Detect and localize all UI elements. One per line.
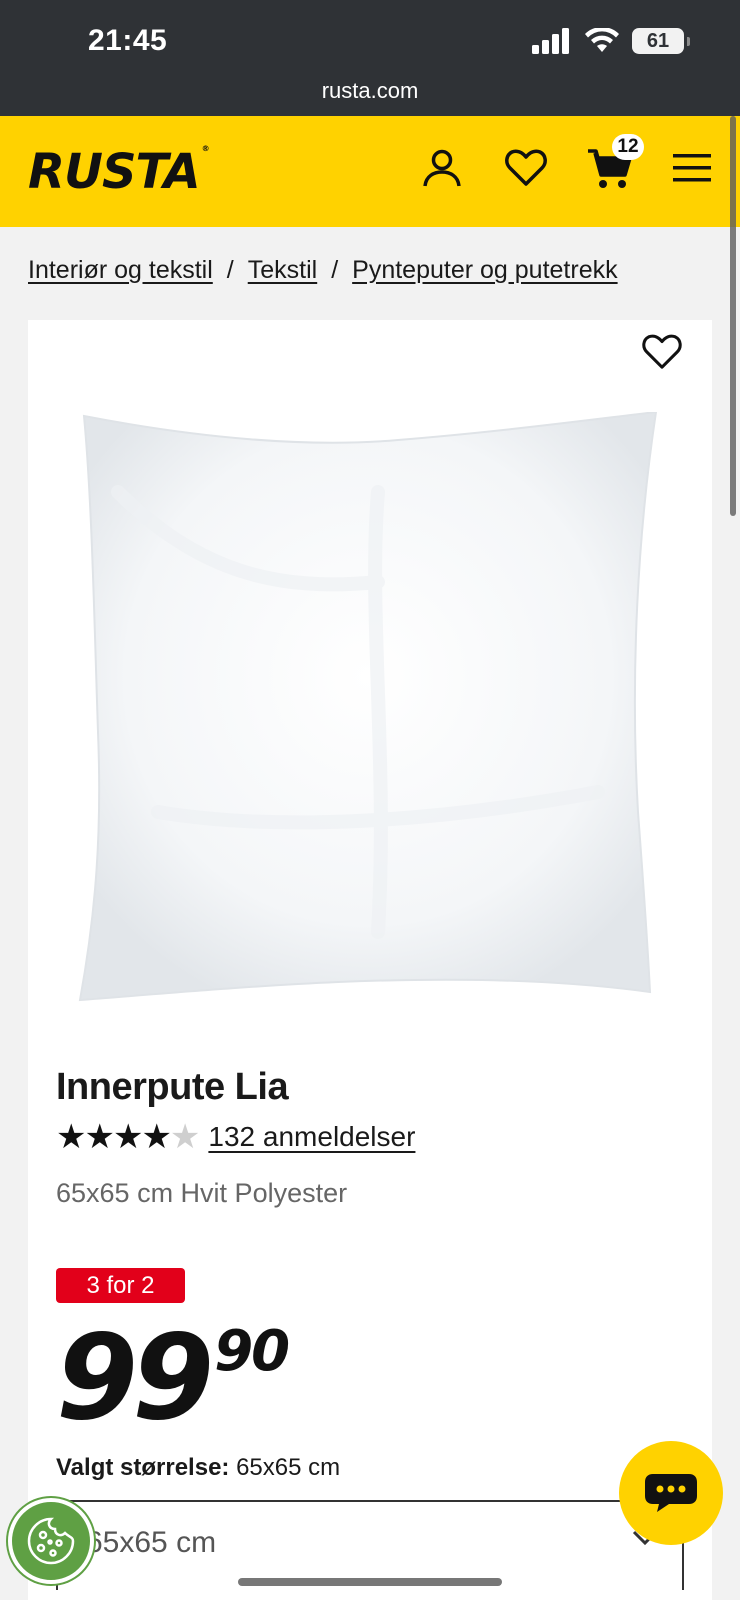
status-time: 21:45 — [88, 24, 168, 57]
cookie-settings-button[interactable] — [8, 1498, 94, 1584]
reviews-link[interactable]: 132 anmeldelser — [208, 1121, 415, 1153]
wishlist-heart-icon — [642, 334, 682, 369]
size-select-value: 65x65 cm — [86, 1526, 217, 1559]
product-price: 99 90 — [56, 1318, 290, 1436]
product-rating: ★★★★★ 132 anmeldelser — [56, 1120, 415, 1154]
wishlist-button[interactable] — [502, 144, 550, 192]
breadcrumb-separator: / — [331, 256, 339, 284]
rating-stars-full: ★★★★ — [56, 1118, 172, 1156]
size-select[interactable]: 65x65 cm — [56, 1500, 684, 1590]
menu-button[interactable] — [668, 144, 716, 192]
signal-icon — [532, 28, 569, 54]
price-integer: 99 — [56, 1308, 214, 1446]
product-title: Innerpute Lia — [56, 1066, 289, 1108]
product-description: 65x65 cm Hvit Polyester — [56, 1178, 348, 1208]
cookie-icon — [27, 1517, 75, 1565]
page-scrollbar[interactable] — [730, 116, 736, 516]
cart-button[interactable]: 12 — [586, 134, 644, 192]
site-header: RUSTA ® 12 — [0, 116, 740, 227]
rating-star-partial: ★ — [169, 1118, 201, 1156]
add-to-wishlist-button[interactable] — [642, 334, 686, 378]
product-image[interactable] — [78, 412, 678, 1012]
menu-icon — [673, 154, 711, 182]
rating-stars: ★★★★★ — [56, 1118, 201, 1156]
account-icon — [423, 149, 461, 187]
url-bar[interactable]: rusta.com — [0, 78, 740, 104]
breadcrumb: Interiør og tekstil / Tekstil / Pynteput… — [28, 256, 618, 285]
selected-size-label: Valgt størrelse: — [56, 1454, 230, 1481]
heart-icon — [505, 149, 547, 186]
product-card: Innerpute Lia ★★★★★ 132 anmeldelser 65x6… — [28, 320, 712, 1600]
cart-count-badge: 12 — [612, 134, 644, 160]
home-indicator[interactable] — [238, 1578, 502, 1586]
breadcrumb-separator: / — [226, 256, 234, 284]
breadcrumb-cushions[interactable]: Pynteputer og putetrekk — [352, 256, 617, 285]
status-icons: 61 — [532, 28, 690, 54]
logo-text: RUSTA — [28, 144, 201, 200]
selected-size-value: 65x65 cm — [236, 1454, 341, 1481]
selected-size: Valgt størrelse: 65x65 cm — [56, 1454, 340, 1482]
price-decimals: 90 — [214, 1319, 290, 1384]
account-button[interactable] — [418, 144, 466, 192]
chat-icon — [645, 1474, 697, 1512]
chat-button[interactable] — [619, 1441, 723, 1545]
battery-icon: 61 — [632, 28, 690, 54]
promo-badge: 3 for 2 — [56, 1268, 185, 1303]
wifi-icon — [585, 28, 619, 52]
breadcrumb-textile[interactable]: Tekstil — [248, 256, 317, 285]
rusta-logo[interactable]: RUSTA ® — [28, 144, 210, 200]
status-bar: 21:45 61 rusta.com — [0, 0, 740, 116]
breadcrumb-interior[interactable]: Interiør og tekstil — [28, 256, 213, 285]
logo-registered-mark: ® — [201, 144, 210, 153]
